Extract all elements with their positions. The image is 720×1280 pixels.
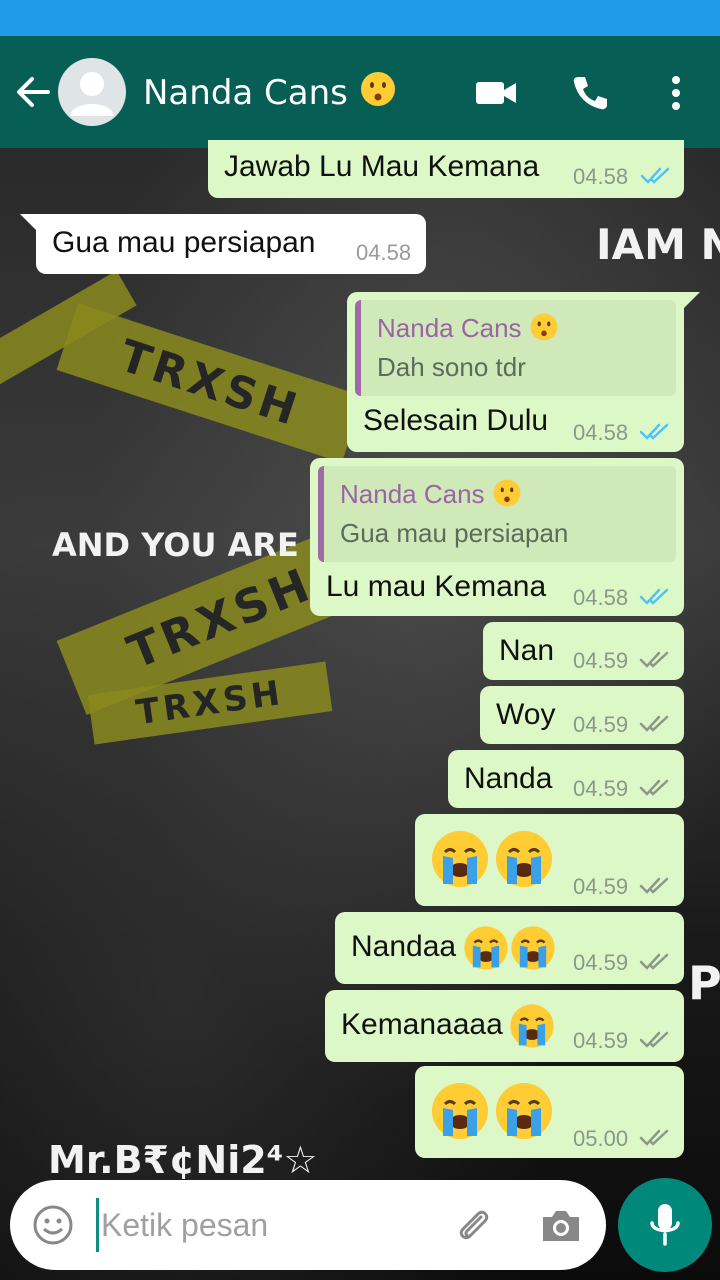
message-bubble-outgoing[interactable]: 04.59 [415, 814, 684, 906]
message-text: Nandaa [351, 930, 457, 963]
crying-face-icon [432, 1083, 488, 1139]
camera-icon[interactable] [536, 1200, 586, 1250]
crying-face-icon [496, 1083, 552, 1139]
message-time: 04.58 [356, 240, 412, 265]
read-ticks-icon [640, 167, 670, 184]
message-bubble-outgoing[interactable]: Nan 04.59 [483, 622, 684, 680]
status-bar [0, 0, 720, 36]
message-time: 04.59 [573, 1028, 629, 1053]
attach-icon[interactable] [448, 1200, 498, 1250]
message-text: Gua mau persiapan [52, 226, 316, 259]
message-bubble-outgoing[interactable]: Jawab Lu Mau Kemana 04.58 [208, 140, 684, 198]
delivered-ticks-icon [639, 779, 669, 796]
message-bubble-outgoing[interactable]: Nanda 04.59 [448, 750, 684, 808]
message-time: 04.59 [573, 874, 629, 899]
read-ticks-icon [639, 423, 669, 440]
message-bubble-outgoing[interactable]: Nanda Cans Dah sono tdr Selesain Dulu 04… [347, 292, 684, 452]
more-options-icon[interactable] [652, 70, 700, 116]
bubble-tail [20, 214, 36, 230]
wallpaper-text: IAM N [596, 220, 720, 269]
quoted-author: Nanda Cans [377, 313, 522, 343]
delivered-ticks-icon [639, 953, 669, 970]
message-text: Nan [499, 634, 555, 667]
kissing-face-icon [359, 72, 397, 113]
mic-icon [650, 1204, 680, 1246]
message-text: Kemanaaaa [341, 1008, 503, 1041]
message-bubble-outgoing[interactable]: Woy 04.59 [480, 686, 684, 744]
delivered-ticks-icon [639, 1129, 669, 1146]
message-text: Woy [496, 698, 556, 731]
mic-button[interactable] [618, 1178, 712, 1272]
quoted-text: Dah sono tdr [377, 352, 526, 382]
back-arrow-icon[interactable] [12, 70, 52, 114]
contact-name[interactable]: Nanda Cans [143, 70, 397, 113]
voice-call-icon[interactable] [566, 70, 614, 116]
message-time: 04.58 [573, 420, 629, 445]
kissing-face-icon [530, 313, 558, 341]
delivered-ticks-icon [639, 651, 669, 668]
emoji-icon[interactable] [28, 1200, 78, 1250]
delivered-ticks-icon [639, 877, 669, 894]
kissing-face-icon [493, 479, 521, 507]
message-bubble-outgoing[interactable]: Nanda Cans Gua mau persiapan Lu mau Kema… [310, 458, 684, 616]
message-input[interactable] [96, 1198, 426, 1252]
crying-face-icon [464, 926, 508, 970]
crying-face-icon [510, 1004, 554, 1048]
wallpaper-text: P [688, 956, 720, 1010]
delivered-ticks-icon [639, 1031, 669, 1048]
message-time: 04.59 [573, 712, 629, 737]
crying-face-icon [511, 926, 555, 970]
quoted-text: Gua mau persiapan [340, 518, 569, 548]
message-composer [10, 1180, 606, 1270]
read-ticks-icon [639, 588, 669, 605]
delivered-ticks-icon [639, 715, 669, 732]
message-bubble-outgoing[interactable]: 05.00 [415, 1066, 684, 1158]
crying-face-icon [432, 831, 488, 887]
message-time: 05.00 [573, 1126, 629, 1151]
wallpaper-text: Mr.B₹¢Ni2⁴☆ [48, 1138, 318, 1182]
message-bubble-outgoing[interactable]: Kemanaaaa 04.59 [325, 990, 684, 1062]
message-bubble-outgoing[interactable]: Nandaa 04.59 [335, 912, 684, 984]
message-time: 04.58 [573, 164, 629, 189]
message-text: Nanda [464, 762, 553, 795]
video-call-icon[interactable] [472, 70, 520, 116]
quoted-message[interactable]: Nanda Cans Dah sono tdr [355, 300, 676, 396]
wallpaper-tape: TRXSH [56, 303, 364, 463]
quoted-message[interactable]: Nanda Cans Gua mau persiapan [318, 466, 676, 562]
quoted-author: Nanda Cans [340, 479, 485, 509]
contact-name-text: Nanda Cans [143, 73, 348, 113]
message-time: 04.59 [573, 776, 629, 801]
message-bubble-incoming[interactable]: Gua mau persiapan 04.58 [36, 214, 426, 274]
bubble-tail [684, 292, 700, 308]
message-text: Lu mau Kemana [326, 570, 547, 603]
message-text: Selesain Dulu [363, 404, 549, 437]
message-text: Jawab Lu Mau Kemana [224, 150, 540, 183]
message-time: 04.59 [573, 648, 629, 673]
message-time: 04.58 [573, 585, 629, 610]
crying-face-icon [496, 831, 552, 887]
avatar[interactable] [58, 58, 126, 126]
message-time: 04.59 [573, 950, 629, 975]
app-bar: Nanda Cans [0, 36, 720, 148]
